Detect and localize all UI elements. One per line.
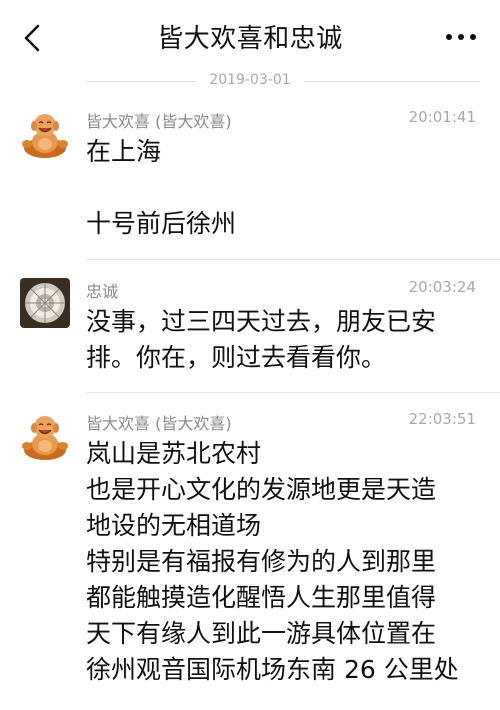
message-time: 20:01:41 — [408, 108, 476, 126]
chat-header: 皆大欢喜和忠诚 — [0, 0, 500, 74]
chat-message: 忠诚 20:03:24 没事，过三四天过去，朋友已安 排。你在，则过去看看你。 — [0, 278, 500, 398]
message-line: 天下有缘人到此一游具体位置在 — [86, 619, 437, 648]
message-line: 都能触摸造化醒悟人生那里值得 — [86, 583, 437, 612]
message-line — [86, 170, 481, 206]
message-divider — [86, 259, 500, 260]
message-line: 排。你在，则过去看看你。 — [86, 343, 387, 372]
message-line: 没事，过三四天过去，朋友已安 — [86, 307, 437, 336]
chat-message: 皆大欢喜 (皆大欢喜) 20:01:41 在上海 十号前后徐州 — [0, 108, 500, 264]
message-line: 特别是有福报有修为的人到那里 — [86, 547, 437, 576]
message-sender: 皆大欢喜 (皆大欢喜) — [86, 414, 232, 433]
message-text[interactable]: 在上海 十号前后徐州 — [86, 134, 481, 242]
more-dots-icon[interactable] — [444, 30, 478, 44]
message-sender: 忠诚 — [86, 282, 119, 301]
laughing-buddha-avatar[interactable] — [20, 410, 70, 460]
message-line: 十号前后徐州 — [86, 209, 237, 238]
message-divider — [86, 392, 500, 393]
chat-message: 皆大欢喜 (皆大欢喜) 22:03:51 岚山是苏北农村 也是开心文化的发源地更… — [0, 410, 500, 710]
message-time: 20:03:24 — [408, 278, 476, 296]
message-sender: 皆大欢喜 (皆大欢喜) — [86, 112, 232, 131]
message-text[interactable]: 岚山是苏北农村 也是开心文化的发源地更是天造 地设的无相道场 特别是有福报有修为… — [86, 436, 481, 688]
message-time: 22:03:51 — [408, 410, 476, 428]
date-separator-text: 2019-03-01 — [209, 72, 291, 88]
crystal-avatar[interactable] — [20, 278, 70, 328]
message-line: 岚山是苏北农村 — [86, 439, 262, 468]
message-line: 徐州观音国际机场东南 26 公里处 — [86, 655, 459, 684]
message-line: 地设的无相道场 — [86, 511, 262, 540]
message-line: 在上海 — [86, 137, 162, 166]
message-line: 也是开心文化的发源地更是天造 — [86, 475, 437, 504]
chat-title: 皆大欢喜和忠诚 — [157, 24, 343, 54]
laughing-buddha-avatar[interactable] — [20, 108, 70, 158]
date-separator: 2019-03-01 — [0, 72, 500, 92]
message-text[interactable]: 没事，过三四天过去，朋友已安 排。你在，则过去看看你。 — [86, 304, 481, 376]
